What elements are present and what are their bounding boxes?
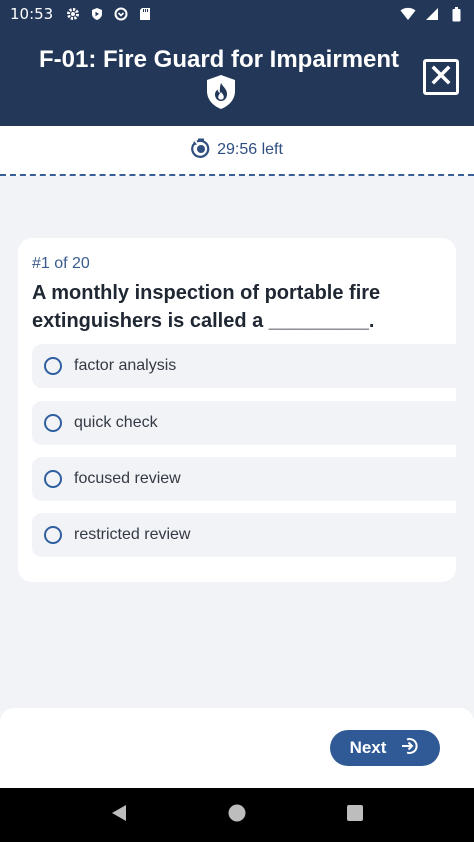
recents-button[interactable] (343, 803, 367, 827)
status-time: 10:53 (10, 5, 54, 23)
radio-button[interactable] (44, 470, 62, 488)
next-button[interactable]: Next (330, 730, 440, 766)
fire-shield-icon (205, 74, 237, 110)
battery-icon (448, 6, 464, 22)
answer-option[interactable]: factor analysis (32, 344, 456, 388)
stopwatch-icon (191, 138, 211, 163)
settings-gear-icon (65, 6, 81, 22)
wifi-icon (400, 6, 416, 22)
radio-button[interactable] (44, 414, 62, 432)
app-header: F-01: Fire Guard for Impairment (0, 28, 474, 126)
question-card: #1 of 20 A monthly inspection of portabl… (18, 238, 456, 582)
data-saver-icon (113, 6, 129, 22)
answer-option-label: restricted review (74, 526, 191, 543)
close-button[interactable] (423, 59, 459, 95)
home-circle-icon (227, 803, 247, 828)
answer-option[interactable]: restricted review (32, 513, 456, 557)
radio-button[interactable] (44, 526, 62, 544)
question-text: A monthly inspection of portable fire ex… (32, 282, 381, 332)
quiz-title: F-01: Fire Guard for Impairment (38, 46, 400, 73)
arrow-circle-right-icon (400, 736, 420, 761)
navigation-bar (0, 788, 474, 842)
answer-option[interactable]: quick check (32, 401, 456, 445)
back-button[interactable] (107, 803, 131, 827)
footer: Next (0, 708, 474, 788)
answer-option-label: factor analysis (74, 357, 177, 374)
radio-button[interactable] (44, 357, 62, 375)
status-left-icons (65, 6, 153, 22)
answer-option[interactable]: focused review (32, 457, 456, 501)
shield-play-icon (89, 6, 105, 22)
timer-text: 29:56 left (217, 141, 283, 158)
question-counter: #1 of 20 (32, 255, 90, 272)
back-triangle-icon (110, 803, 128, 828)
sd-card-icon (137, 6, 153, 22)
status-right-icons (400, 6, 464, 22)
home-button[interactable] (225, 803, 249, 827)
recents-square-icon (346, 804, 364, 827)
answer-option-label: focused review (74, 470, 181, 487)
status-bar: 10:53 (0, 0, 474, 28)
next-button-label: Next (349, 738, 387, 757)
close-icon (431, 65, 451, 90)
timer-bar: 29:56 left (0, 126, 474, 176)
cell-signal-icon (424, 6, 440, 22)
answer-option-label: quick check (74, 414, 158, 431)
